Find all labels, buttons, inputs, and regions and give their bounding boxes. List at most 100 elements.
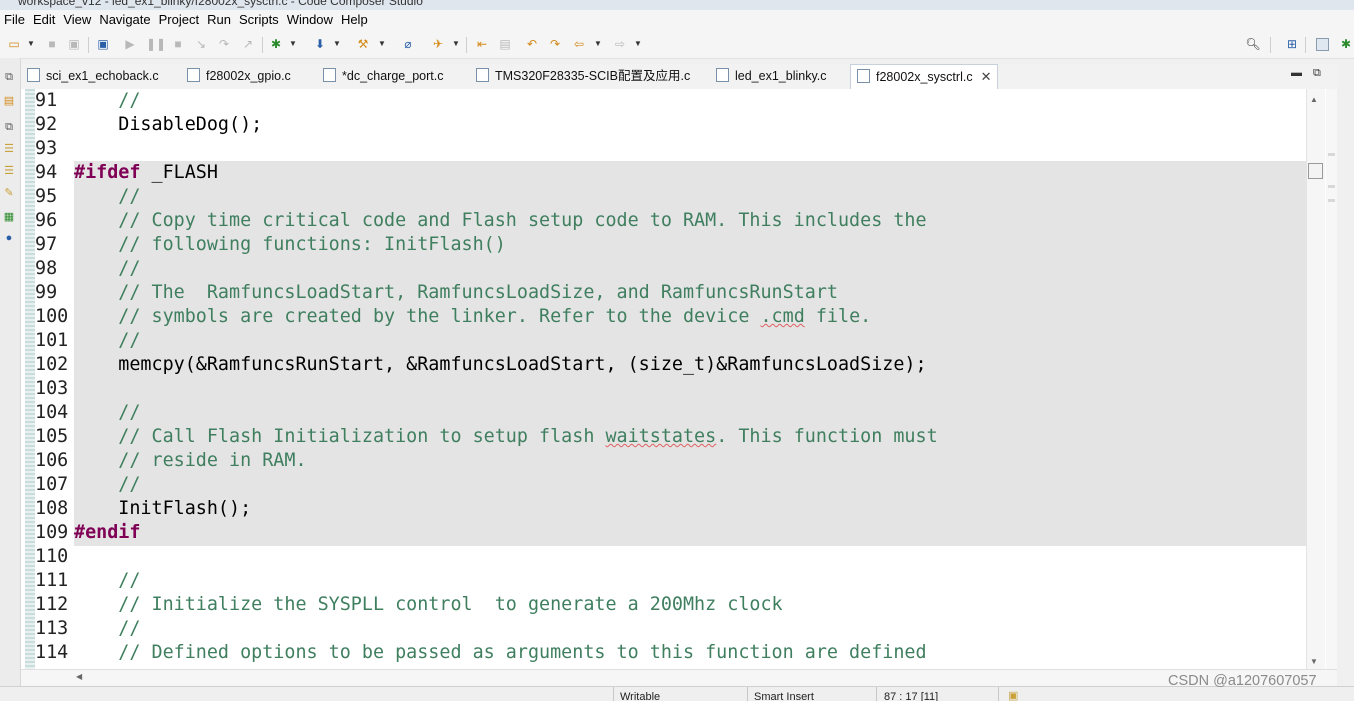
code-line[interactable]: 113 // <box>21 617 1306 641</box>
search-refs-icon[interactable]: ⌀ <box>400 36 416 52</box>
menu-edit[interactable]: Edit <box>29 10 59 28</box>
debug-perspective-icon[interactable]: ✱ <box>1338 36 1354 52</box>
chevron-down-icon[interactable]: ▼ <box>594 36 602 52</box>
back-icon[interactable]: ⇦ <box>571 36 587 52</box>
code-line[interactable]: 92 DisableDog(); <box>21 113 1306 137</box>
step-into-icon[interactable]: ↘ <box>193 36 209 52</box>
line-number: 95 <box>35 186 58 207</box>
code-line[interactable]: 93 <box>21 137 1306 161</box>
step-over-icon[interactable]: ↷ <box>216 36 232 52</box>
maximize-icon[interactable]: ⧉ <box>1313 67 1321 80</box>
scroll-left-icon[interactable]: ◀ <box>76 672 82 681</box>
resume-icon[interactable]: ▶ <box>122 36 138 52</box>
line-number: 94 <box>35 162 58 183</box>
code-text: // Copy time critical code and Flash set… <box>74 210 927 231</box>
project-explorer-icon[interactable]: ▤ <box>1 94 17 108</box>
code-editor[interactable]: 91 //92 DisableDog(); 93 94 #ifdef _FLASH 95… <box>21 89 1337 669</box>
tab-dc-charge-port[interactable]: *dc_charge_port.c <box>323 64 443 88</box>
include-browser-icon[interactable]: ☰ <box>1 164 17 178</box>
terminate-icon[interactable]: ■ <box>170 36 186 52</box>
external-tools-icon[interactable]: ✈ <box>430 36 446 52</box>
last-edit-icon[interactable]: ↶ <box>524 36 540 52</box>
debug-icon[interactable]: ✱ <box>268 36 284 52</box>
c-file-icon <box>857 69 870 83</box>
forward-edit-icon[interactable]: ↷ <box>547 36 563 52</box>
code-line[interactable]: 96 // Copy time critical code and Flash … <box>21 209 1306 233</box>
code-line[interactable]: 110 <box>21 545 1306 569</box>
chevron-down-icon[interactable]: ▼ <box>452 36 460 52</box>
scroll-thumb[interactable] <box>1308 163 1323 179</box>
code-line[interactable]: 105 // Call Flash Initialization to setu… <box>21 425 1306 449</box>
menu-window[interactable]: Window <box>283 10 337 28</box>
menu-view[interactable]: View <box>59 10 95 28</box>
code-line[interactable]: 107 // <box>21 473 1306 497</box>
build-icon[interactable]: ⬇ <box>312 36 328 52</box>
hammer-icon[interactable]: ⚒ <box>355 36 371 52</box>
code-line[interactable]: 99 // The RamfuncsLoadStart, RamfuncsLoa… <box>21 281 1306 305</box>
menu-project[interactable]: Project <box>155 10 203 28</box>
scroll-up-icon[interactable]: ▲ <box>1310 95 1318 104</box>
code-line[interactable]: 114 // Defined options to be passed as a… <box>21 641 1306 665</box>
chevron-down-icon[interactable]: ▼ <box>289 36 297 52</box>
c-file-icon <box>27 68 40 82</box>
registers-icon[interactable]: ▦ <box>1 210 17 224</box>
suspend-icon[interactable]: ❚❚ <box>146 36 166 52</box>
code-line[interactable]: 95 // <box>21 185 1306 209</box>
tab-f28002x-sysctrl[interactable]: f28002x_sysctrl.c ✕ <box>850 64 999 89</box>
scroll-down-icon[interactable]: ▼ <box>1310 657 1318 666</box>
chevron-down-icon[interactable]: ▼ <box>634 36 642 52</box>
tab-led-ex1-blinky[interactable]: led_ex1_blinky.c <box>716 64 827 88</box>
code-line[interactable]: 108 InitFlash(); <box>21 497 1306 521</box>
code-line[interactable]: 104 // <box>21 401 1306 425</box>
chevron-down-icon[interactable]: ▼ <box>333 36 341 52</box>
overview-ruler[interactable] <box>1326 89 1337 669</box>
minimize-icon[interactable]: ▬ <box>1291 67 1302 79</box>
outline-icon[interactable]: ☰ <box>1 142 17 156</box>
code-text: // Defined options to be passed as argum… <box>74 642 927 663</box>
code-line[interactable]: 97 // following functions: InitFlash() <box>21 233 1306 257</box>
target-config-icon[interactable]: ● <box>1 231 17 245</box>
prev-annotation-icon[interactable]: ⇤ <box>474 36 490 52</box>
save-icon[interactable]: ■ <box>44 36 60 52</box>
code-line[interactable]: 101 // <box>21 329 1306 353</box>
restore-icon[interactable]: ⧉ <box>1 70 17 84</box>
chevron-down-icon[interactable]: ▼ <box>378 36 386 52</box>
step-return-icon[interactable]: ↗ <box>240 36 256 52</box>
next-annotation-icon[interactable]: ▤ <box>497 36 513 52</box>
code-line[interactable]: 91 // <box>21 89 1306 113</box>
code-line[interactable]: 94 #ifdef _FLASH <box>21 161 1306 185</box>
forward-icon[interactable]: ⇨ <box>612 36 628 52</box>
code-line[interactable]: 109 #endif <box>21 521 1306 545</box>
menu-file[interactable]: File <box>0 10 29 28</box>
chevron-down-icon[interactable]: ▼ <box>27 36 35 52</box>
menu-scripts[interactable]: Scripts <box>235 10 283 28</box>
code-line[interactable]: 103 <box>21 377 1306 401</box>
c-file-icon <box>476 68 489 82</box>
tab-sci-ex1-echoback[interactable]: sci_ex1_echoback.c <box>27 64 159 88</box>
code-text: // <box>74 90 141 111</box>
tab-label: led_ex1_blinky.c <box>735 69 827 83</box>
code-line[interactable]: 112 // Initialize the SYSPLL control to … <box>21 593 1306 617</box>
menu-help[interactable]: Help <box>337 10 372 28</box>
code-text: // <box>74 330 141 351</box>
save-all-icon[interactable]: ▣ <box>66 36 82 52</box>
horizontal-scrollbar[interactable]: ◀ <box>21 669 1337 686</box>
restore-icon[interactable]: ⧉ <box>1 120 17 134</box>
code-line[interactable]: 106 // reside in RAM. <box>21 449 1306 473</box>
open-perspective-icon[interactable]: ⊞ <box>1284 36 1300 52</box>
ccs-edit-perspective-icon[interactable] <box>1316 38 1329 51</box>
search-icon[interactable]: 🔍︎ <box>1245 36 1261 52</box>
code-line[interactable]: 98 // <box>21 257 1306 281</box>
tab-tms320f28335-scib[interactable]: TMS320F28335-SCIB配置及应用.c <box>476 64 690 88</box>
new-icon[interactable]: ▭ <box>6 36 22 52</box>
close-icon[interactable]: ✕ <box>981 69 992 84</box>
breakpoints-icon[interactable]: ✎ <box>1 186 17 200</box>
code-line[interactable]: 102 memcpy(&RamfuncsRunStart, &RamfuncsL… <box>21 353 1306 377</box>
menu-navigate[interactable]: Navigate <box>95 10 154 28</box>
debug-view-icon[interactable]: ▣ <box>95 36 111 52</box>
menu-run[interactable]: Run <box>203 10 235 28</box>
progress-icon[interactable]: ▣ <box>1008 689 1018 701</box>
tab-f28002x-gpio[interactable]: f28002x_gpio.c <box>187 64 291 88</box>
code-line[interactable]: 111 // <box>21 569 1306 593</box>
code-line[interactable]: 100 // symbols are created by the linker… <box>21 305 1306 329</box>
